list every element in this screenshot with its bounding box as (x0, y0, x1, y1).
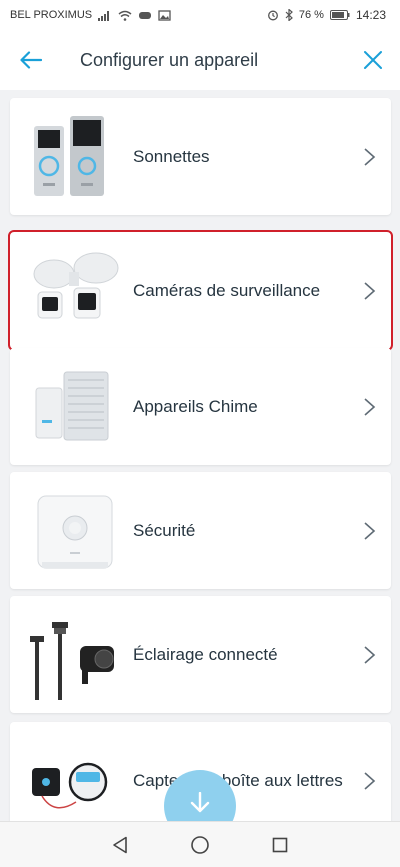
category-card-cameras[interactable]: Caméras de surveillance (8, 230, 393, 351)
system-navigation-bar (0, 821, 400, 867)
status-bar: BEL PROXIMUS 76 % 14:23 (0, 0, 400, 30)
arrow-left-icon (20, 51, 42, 69)
back-button[interactable] (14, 46, 48, 74)
app-header: Configurer un appareil (0, 30, 400, 90)
bluetooth-icon (285, 9, 293, 21)
home-circle-icon (191, 835, 209, 854)
chevron-right-icon (364, 771, 376, 790)
clock-time: 14:23 (355, 8, 386, 22)
battery-icon (329, 10, 350, 20)
smart-lighting-image (24, 606, 124, 702)
page-title: Configurer un appareil (80, 50, 259, 70)
chevron-right-icon (364, 397, 376, 416)
signal-icon (98, 10, 110, 21)
close-button[interactable] (358, 45, 388, 75)
category-label: Sécurité (133, 520, 196, 540)
arrow-down-icon (190, 792, 210, 813)
back-triangle-icon (113, 836, 127, 853)
recents-square-icon (272, 837, 288, 852)
image-notification-icon (158, 9, 171, 21)
category-card-securite[interactable]: Sécurité (10, 472, 391, 589)
floodlight-camera-image (24, 242, 124, 338)
battery-percent: 76 % (298, 9, 324, 21)
category-card-chime[interactable]: Appareils Chime (10, 348, 391, 465)
category-card-eclairage[interactable]: Éclairage connecté (10, 596, 391, 713)
mailbox-sensor-image (24, 732, 124, 828)
chevron-right-icon (364, 645, 376, 664)
category-label: Éclairage connecté (133, 644, 278, 664)
carrier-name: BEL PROXIMUS (10, 9, 93, 21)
status-bar-right: 76 % 14:23 (267, 8, 386, 22)
category-card-sonnettes[interactable]: Sonnettes (10, 98, 391, 215)
chevron-right-icon (364, 521, 376, 540)
nav-recents-button[interactable] (266, 831, 294, 859)
doorbell-image (24, 108, 124, 204)
status-bar-left: BEL PROXIMUS (10, 9, 171, 21)
chevron-right-icon (364, 147, 376, 166)
category-label: Sonnettes (133, 146, 210, 166)
chevron-right-icon (364, 281, 376, 300)
game-icon (139, 11, 152, 19)
alarm-base-station-image (24, 482, 124, 578)
chime-image (24, 358, 124, 454)
close-icon (364, 51, 382, 69)
nav-back-button[interactable] (106, 831, 134, 859)
alarm-icon (267, 10, 278, 21)
wifi-icon (118, 10, 132, 21)
category-label: Appareils Chime (133, 396, 258, 416)
nav-home-button[interactable] (186, 831, 214, 859)
category-label: Caméras de surveillance (133, 280, 321, 300)
category-label: Capteur de boîte aux lettres (133, 770, 343, 790)
